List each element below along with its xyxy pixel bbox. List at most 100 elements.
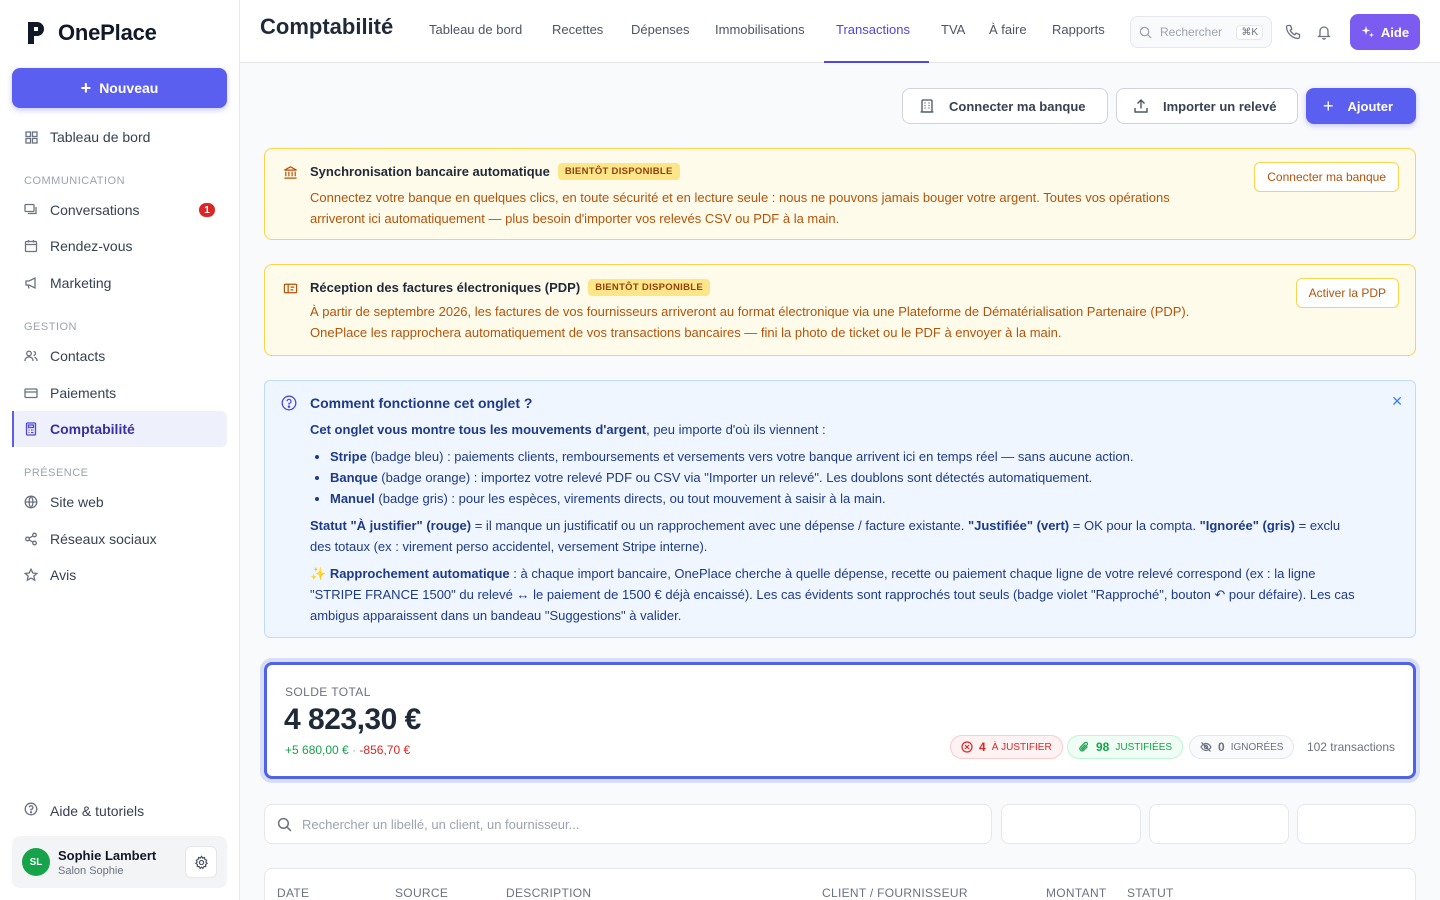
to-justify-count: 4 <box>979 740 986 754</box>
share-icon <box>24 532 38 546</box>
x-circle-icon <box>961 741 973 753</box>
tab-reports[interactable]: Rapports <box>1052 22 1107 37</box>
sidebar-item-social[interactable]: Réseaux sociaux <box>12 521 227 557</box>
help-link-label: Aide & tutoriels <box>50 802 145 819</box>
tab-expenses[interactable]: Dépenses <box>631 22 690 37</box>
sidebar-item-accounting[interactable]: Comptabilité <box>12 411 227 447</box>
connect-bank-label: Connecter ma banque <box>949 98 1086 114</box>
sidebar-item-conversations[interactable]: Conversations 1 <box>12 192 227 228</box>
bank-icon <box>920 99 934 113</box>
tab-income[interactable]: Recettes <box>552 22 603 37</box>
oneplace-logo-icon <box>28 22 44 44</box>
top-bar: Comptabilité Tableau de bord Recettes Dé… <box>240 0 1440 63</box>
help-intro: Cet onglet vous montre tous les mouvemen… <box>310 419 1360 440</box>
source-name: Manuel <box>330 491 375 506</box>
banner-connect-bank-button[interactable]: Connecter ma banque <box>1254 162 1399 192</box>
tab-todo[interactable]: À faire <box>989 22 1027 37</box>
help-circle-icon <box>281 395 297 411</box>
status-name: "Ignorée" (gris) <box>1199 518 1295 533</box>
filter-justified[interactable]: 98 JUSTIFIÉES <box>1067 735 1184 759</box>
transactions-table-header: DATE SOURCE DESCRIPTION CLIENT / FOURNIS… <box>264 868 1416 900</box>
help-button[interactable]: Aide <box>1350 14 1420 50</box>
filter-ignored[interactable]: 0 IGNORÉES <box>1189 735 1295 759</box>
connect-bank-button[interactable]: Connecter ma banque <box>902 88 1108 124</box>
close-icon[interactable]: ✕ <box>1391 393 1403 410</box>
section-label-communication: COMMUNICATION <box>24 175 126 187</box>
credit-card-icon <box>24 386 38 400</box>
import-statement-button[interactable]: Importer un relevé <box>1116 88 1298 124</box>
sidebar-item-label: Conversations <box>50 202 140 218</box>
justified-label: JUSTIFIÉES <box>1115 741 1173 753</box>
banner-description: À partir de septembre 2026, les factures… <box>310 301 1240 343</box>
status-description: = il manque un justificatif ou un rappro… <box>471 518 968 533</box>
sidebar-item-appointments[interactable]: Rendez-vous <box>12 228 227 264</box>
filter-dropdown-3[interactable] <box>1297 804 1416 844</box>
balance-card: SOLDE TOTAL 4 823,30 € +5 680,00 € · -85… <box>264 662 1416 779</box>
tab-transactions[interactable]: Transactions <box>836 22 910 37</box>
source-description: (badge orange) : importez votre relevé P… <box>377 470 1093 485</box>
source-name: Banque <box>330 470 378 485</box>
notifications-button[interactable] <box>1310 18 1338 46</box>
users-icon <box>24 349 38 363</box>
column-header-status[interactable]: STATUT <box>1127 886 1174 900</box>
source-description: (badge bleu) : paiements clients, rembou… <box>366 449 1134 464</box>
new-button-label: Nouveau <box>99 80 159 96</box>
app-name: OnePlace <box>58 20 157 45</box>
search-icon <box>1139 26 1152 39</box>
help-button-label: Aide <box>1380 24 1410 40</box>
sidebar-item-label: Réseaux sociaux <box>50 531 157 547</box>
sidebar-item-label: Contacts <box>50 348 106 364</box>
transaction-search-input[interactable] <box>302 816 952 832</box>
column-header-date[interactable]: DATE <box>277 886 309 900</box>
new-button[interactable]: + Nouveau <box>12 68 227 108</box>
tab-vat[interactable]: TVA <box>941 22 965 37</box>
megaphone-icon <box>24 276 38 290</box>
total-income: +5 680,00 € <box>285 743 349 757</box>
column-header-description[interactable]: DESCRIPTION <box>506 886 591 900</box>
user-card[interactable]: SL Sophie Lambert Salon Sophie <box>12 836 227 888</box>
bank-sync-banner: Synchronisation bancaire automatique BIE… <box>264 148 1416 240</box>
phone-button[interactable] <box>1279 18 1307 46</box>
sidebar-item-label: Marketing <box>50 275 112 291</box>
tab-dashboard[interactable]: Tableau de bord <box>429 22 522 37</box>
list-item: Stripe (badge bleu) : paiements clients,… <box>330 446 1360 467</box>
chat-icon <box>24 203 38 217</box>
status-name: Statut "À justifier" (rouge) <box>310 518 472 533</box>
sidebar-item-dashboard[interactable]: Tableau de bord <box>12 119 227 155</box>
ticket-icon <box>283 283 298 294</box>
filter-dropdown-1[interactable] <box>1001 804 1141 844</box>
eye-off-icon <box>1200 742 1212 752</box>
column-header-counterparty[interactable]: CLIENT / FOURNISSEUR <box>822 886 968 900</box>
main-content: Connecter ma banque Importer un relevé +… <box>240 63 1440 900</box>
settings-button[interactable] <box>185 846 217 878</box>
filter-dropdown-2[interactable] <box>1149 804 1289 844</box>
upload-icon <box>1134 99 1148 113</box>
filter-to-justify[interactable]: 4 À JUSTIFIER <box>950 735 1063 759</box>
column-header-source[interactable]: SOURCE <box>395 886 448 900</box>
global-search[interactable]: Rechercher ⌘K <box>1130 16 1272 48</box>
banner-description: Connectez votre banque en quelques clics… <box>310 187 1240 229</box>
logo[interactable]: OnePlace <box>26 20 157 46</box>
section-label-presence: PRÉSENCE <box>24 467 89 479</box>
sidebar-item-payments[interactable]: Paiements <box>12 375 227 411</box>
activate-pdp-button[interactable]: Activer la PDP <box>1295 278 1399 308</box>
search-icon <box>277 817 292 831</box>
sparkles-icon: ✨ <box>310 566 327 581</box>
tab-assets[interactable]: Immobilisations <box>715 22 805 37</box>
plus-icon: + <box>1323 96 1334 116</box>
help-tutorials-link[interactable]: Aide & tutoriels <box>24 802 144 819</box>
help-panel-title: Comment fonctionne cet onglet ? <box>310 395 533 411</box>
ignored-label: IGNORÉES <box>1230 741 1284 753</box>
column-header-amount[interactable]: MONTANT <box>1046 886 1107 900</box>
banner-line: OnePlace les rapprochera automatiquement… <box>310 325 1062 340</box>
sidebar-item-marketing[interactable]: Marketing <box>12 265 227 301</box>
sidebar-item-reviews[interactable]: Avis <box>12 557 227 593</box>
coming-soon-badge: BIENTÔT DISPONIBLE <box>557 163 680 180</box>
sidebar-item-website[interactable]: Site web <box>12 484 227 520</box>
sidebar-item-contacts[interactable]: Contacts <box>12 338 227 374</box>
add-transaction-button[interactable]: + Ajouter <box>1306 88 1416 124</box>
transaction-search[interactable] <box>264 804 992 844</box>
page-title: Comptabilité <box>260 14 394 39</box>
user-name: Sophie Lambert <box>58 847 157 863</box>
sidebar-item-label: Site web <box>50 494 104 510</box>
